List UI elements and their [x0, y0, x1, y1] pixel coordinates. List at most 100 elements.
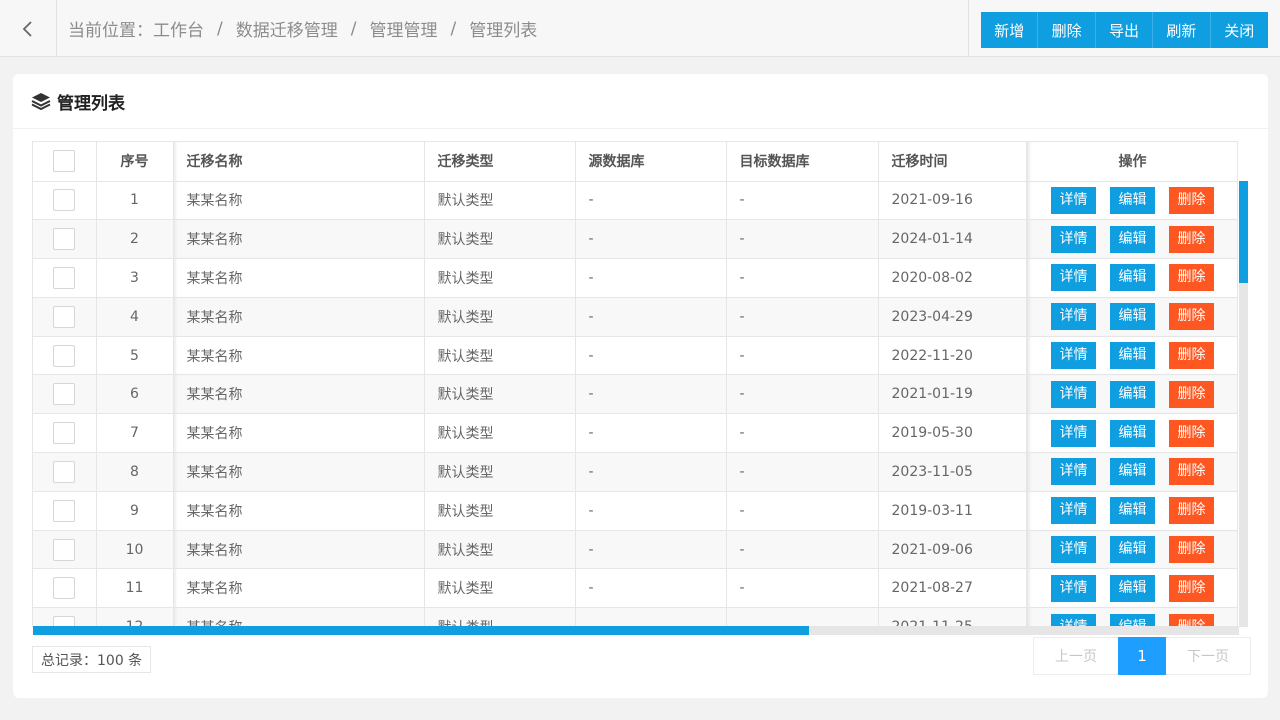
- row-type: 默认类型: [424, 258, 576, 298]
- row-target-db: -: [726, 452, 879, 492]
- current-page-button[interactable]: 1: [1118, 637, 1166, 675]
- delete-button[interactable]: 删除: [1038, 12, 1096, 48]
- detail-button[interactable]: 详情: [1051, 342, 1096, 370]
- row-index: 1: [96, 181, 174, 221]
- row-delete-button[interactable]: 删除: [1169, 536, 1214, 564]
- select-all-checkbox[interactable]: [53, 150, 76, 173]
- row-checkbox[interactable]: [53, 189, 76, 212]
- detail-button[interactable]: 详情: [1051, 613, 1096, 626]
- detail-button[interactable]: 详情: [1051, 419, 1096, 447]
- row-delete-button[interactable]: 删除: [1169, 225, 1214, 253]
- row-name: 某某名称: [173, 607, 425, 626]
- add-button[interactable]: 新增: [981, 12, 1039, 48]
- back-button[interactable]: [0, 0, 57, 57]
- edit-button[interactable]: 编辑: [1110, 497, 1155, 525]
- detail-button[interactable]: 详情: [1051, 264, 1096, 292]
- table-row: 10 某某名称 默认类型 - -2021-09-06 详情 编辑 删除: [33, 530, 1237, 570]
- row-index: 4: [96, 297, 174, 337]
- vertical-scrollbar-thumb[interactable]: [1239, 181, 1248, 283]
- breadcrumb-separator: /: [217, 18, 223, 39]
- row-checkbox[interactable]: [53, 266, 76, 289]
- row-checkbox[interactable]: [53, 499, 76, 522]
- row-source-db: -: [575, 568, 727, 609]
- table-row: 7 某某名称 默认类型 - -2019-05-30 详情 编辑 删除: [33, 413, 1237, 454]
- row-target-db: -: [726, 219, 879, 260]
- row-delete-button[interactable]: 删除: [1169, 419, 1214, 447]
- row-actions: 详情 编辑 删除: [1026, 452, 1237, 492]
- breadcrumb-item-migration[interactable]: 数据迁移管理: [236, 16, 338, 41]
- row-index: 11: [96, 568, 174, 609]
- detail-button[interactable]: 详情: [1051, 497, 1096, 525]
- detail-button[interactable]: 详情: [1051, 186, 1096, 214]
- row-delete-button[interactable]: 删除: [1169, 574, 1214, 602]
- horizontal-scrollbar-thumb[interactable]: [33, 626, 809, 635]
- row-delete-button[interactable]: 删除: [1169, 613, 1214, 626]
- row-name: 某某名称: [173, 219, 425, 260]
- row-select-cell: [33, 413, 97, 454]
- column-header-actions: 操作: [1026, 142, 1237, 182]
- row-time: 2021-09-16: [878, 181, 1027, 221]
- table-header-row: 序号 迁移名称 迁移类型 源数据库 目标数据库 迁移时间 操作: [33, 142, 1237, 182]
- breadcrumb-item-workbench[interactable]: 工作台: [153, 16, 204, 41]
- horizontal-scrollbar[interactable]: [33, 626, 1239, 635]
- row-actions: 详情 编辑 删除: [1026, 374, 1237, 415]
- edit-button[interactable]: 编辑: [1110, 342, 1155, 370]
- row-delete-button[interactable]: 删除: [1169, 186, 1214, 214]
- breadcrumb-item-management[interactable]: 管理管理: [369, 16, 437, 41]
- row-checkbox[interactable]: [53, 538, 76, 561]
- row-checkbox[interactable]: [53, 305, 76, 328]
- table-row: 11 某某名称 默认类型 - -2021-08-27 详情 编辑 删除: [33, 568, 1237, 609]
- row-delete-button[interactable]: 删除: [1169, 380, 1214, 408]
- row-checkbox[interactable]: [53, 383, 76, 406]
- table-row: 9 某某名称 默认类型 - -2019-03-11 详情 编辑 删除: [33, 491, 1237, 531]
- edit-button[interactable]: 编辑: [1110, 536, 1155, 564]
- table-row: 6 某某名称 默认类型 - -2021-01-19 详情 编辑 删除: [33, 374, 1237, 415]
- detail-button[interactable]: 详情: [1051, 303, 1096, 331]
- row-select-cell: [33, 219, 97, 260]
- breadcrumb-item-list: 管理列表: [469, 21, 538, 41]
- row-name: 某某名称: [173, 297, 425, 337]
- table-row: 5 某某名称 默认类型 - -2022-11-20 详情 编辑 删除: [33, 336, 1237, 376]
- edit-button[interactable]: 编辑: [1110, 303, 1155, 331]
- edit-button[interactable]: 编辑: [1110, 186, 1155, 214]
- row-delete-button[interactable]: 删除: [1169, 303, 1214, 331]
- row-time: 2023-11-05: [878, 452, 1027, 492]
- next-page-button[interactable]: 下一页: [1166, 638, 1250, 674]
- breadcrumb-separator: /: [450, 18, 457, 39]
- edit-button[interactable]: 编辑: [1110, 613, 1155, 626]
- edit-button[interactable]: 编辑: [1110, 225, 1155, 253]
- row-select-cell: [33, 530, 97, 570]
- vertical-scrollbar[interactable]: [1239, 181, 1248, 627]
- row-type: 默认类型: [424, 336, 576, 376]
- edit-button[interactable]: 编辑: [1110, 574, 1155, 602]
- export-button[interactable]: 导出: [1095, 12, 1154, 48]
- row-type: 默认类型: [424, 374, 576, 415]
- row-target-db: -: [726, 181, 879, 221]
- refresh-button[interactable]: 刷新: [1153, 12, 1211, 48]
- detail-button[interactable]: 详情: [1051, 458, 1096, 486]
- detail-button[interactable]: 详情: [1051, 225, 1096, 253]
- detail-button[interactable]: 详情: [1051, 536, 1096, 564]
- row-delete-button[interactable]: 删除: [1169, 497, 1214, 525]
- row-delete-button[interactable]: 删除: [1169, 342, 1214, 370]
- row-target-db: -: [726, 374, 879, 415]
- row-checkbox[interactable]: [53, 344, 76, 367]
- edit-button[interactable]: 编辑: [1110, 380, 1155, 408]
- row-checkbox[interactable]: [53, 460, 76, 483]
- row-actions: 详情 编辑 删除: [1026, 336, 1237, 376]
- row-source-db: -: [575, 607, 727, 626]
- detail-button[interactable]: 详情: [1051, 574, 1096, 602]
- row-delete-button[interactable]: 删除: [1169, 458, 1214, 486]
- prev-page-button[interactable]: 上一页: [1034, 638, 1118, 674]
- detail-button[interactable]: 详情: [1051, 380, 1096, 408]
- row-target-db: -: [726, 530, 879, 570]
- edit-button[interactable]: 编辑: [1110, 419, 1155, 447]
- close-button[interactable]: 关闭: [1210, 12, 1268, 48]
- row-checkbox[interactable]: [53, 577, 76, 600]
- row-type: 默认类型: [424, 413, 576, 454]
- row-delete-button[interactable]: 删除: [1169, 264, 1214, 292]
- edit-button[interactable]: 编辑: [1110, 264, 1155, 292]
- row-checkbox[interactable]: [53, 228, 76, 251]
- edit-button[interactable]: 编辑: [1110, 458, 1155, 486]
- row-checkbox[interactable]: [53, 422, 76, 445]
